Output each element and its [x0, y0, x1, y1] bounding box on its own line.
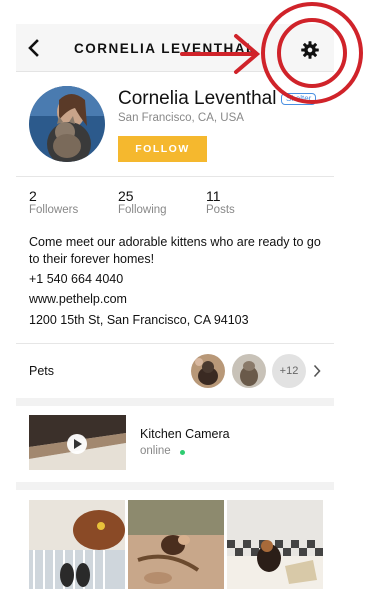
photo-thumbnail[interactable] — [128, 500, 224, 589]
nav-title: CORNELIA LEVENTHAL — [74, 41, 254, 56]
camera-status: online — [140, 445, 171, 457]
bio-website[interactable]: www.pethelp.com — [29, 292, 127, 306]
shelter-badge: Shelter — [281, 93, 317, 105]
section-separator — [16, 398, 334, 406]
bio-phone[interactable]: +1 540 664 4040 — [29, 272, 123, 286]
pet-thumbnail[interactable] — [232, 354, 266, 388]
chevron-right-icon[interactable] — [313, 364, 321, 378]
camera-thumbnail[interactable] — [29, 415, 126, 470]
stat-value: 11 — [206, 188, 221, 204]
chevron-left-icon[interactable] — [22, 36, 46, 60]
stat-posts[interactable]: 11 Posts — [206, 188, 235, 216]
photo-thumbnail[interactable] — [29, 500, 125, 589]
bio-description: Come meet our adorable kittens who are r… — [29, 235, 321, 266]
profile-screen: CORNELIA LEVENTHAL Cornelia Leventhal Sh… — [16, 24, 334, 589]
divider — [16, 176, 334, 177]
photo-thumbnail[interactable] — [227, 500, 323, 589]
profile-location: San Francisco, CA, USA — [118, 112, 244, 124]
stat-value: 2 — [29, 188, 37, 204]
pets-label: Pets — [29, 364, 55, 378]
stat-label: Followers — [29, 204, 79, 216]
pet-thumbnail[interactable] — [191, 354, 225, 388]
divider — [16, 343, 334, 344]
bio-address[interactable]: 1200 15th St, San Francisco, CA 94103 — [29, 313, 249, 327]
stat-value: 25 — [118, 188, 134, 204]
avatar — [29, 86, 105, 162]
pets-more-count[interactable]: +12 — [272, 354, 306, 388]
stat-label: Posts — [206, 204, 235, 216]
stat-label: Following — [118, 204, 167, 216]
nav-bar: CORNELIA LEVENTHAL — [16, 24, 334, 72]
gear-icon[interactable] — [300, 40, 320, 60]
stat-followers[interactable]: 2 Followers — [29, 188, 78, 216]
profile-name: Cornelia Leventhal — [118, 88, 277, 109]
section-separator — [16, 482, 334, 490]
stat-following[interactable]: 25 Following — [118, 188, 167, 216]
online-indicator — [180, 450, 185, 455]
camera-title[interactable]: Kitchen Camera — [140, 427, 230, 441]
follow-button[interactable]: FOLLOW — [118, 136, 207, 162]
